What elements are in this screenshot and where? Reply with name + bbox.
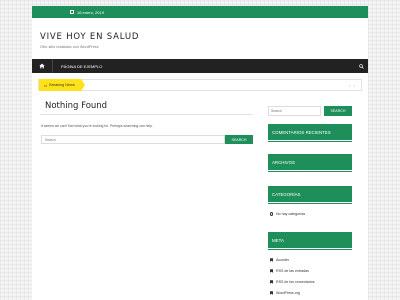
meta-link-label[interactable]: Acceder — [276, 258, 289, 262]
meta-link-login[interactable]: Acceder — [270, 258, 289, 262]
categories-empty-text: No hay categorías — [276, 212, 306, 216]
breaking-news-label: ⇨ Breaking News — [39, 79, 85, 91]
breaking-news-text: Breaking News — [49, 83, 75, 87]
circle-icon — [270, 212, 273, 216]
main-search-form: SEARCH — [41, 135, 253, 144]
main-search-button[interactable]: SEARCH — [225, 135, 253, 144]
breaking-news-ticker: ⇨ Breaking News ‹ › — [38, 79, 362, 91]
title-divider — [40, 114, 253, 115]
bookmark-icon — [270, 280, 273, 284]
not-found-message: It seems we can't find what you're looki… — [41, 124, 153, 128]
categories-empty: No hay categorías — [270, 212, 305, 216]
megaphone-icon: ⇨ — [44, 83, 48, 88]
meta-link-wordpress[interactable]: WordPress.org — [270, 291, 300, 295]
bookmark-icon — [270, 291, 273, 295]
site-title[interactable]: VIVE HOY EN SALUD — [40, 32, 139, 42]
widget-title-meta: META — [268, 232, 352, 250]
search-icon[interactable] — [354, 59, 368, 73]
main-search-input[interactable] — [41, 135, 225, 144]
widget-title-recent-comments: COMENTARIOS RECIENTES — [268, 124, 352, 142]
meta-link-label[interactable]: RSS de las entradas — [276, 269, 309, 273]
meta-link-label[interactable]: WordPress.org — [276, 291, 300, 295]
bookmark-icon — [270, 269, 273, 273]
sidebar-search-form: SEARCH — [268, 106, 352, 116]
main-navigation: PÁGINA DE EJEMPLO — [32, 59, 368, 73]
sidebar-search-input[interactable] — [268, 106, 321, 116]
sidebar-search-button[interactable]: SEARCH — [324, 106, 352, 116]
widget-title-archives: ARCHIVOS — [268, 154, 352, 172]
home-icon[interactable] — [32, 59, 52, 73]
nav-item-sample-page[interactable]: PÁGINA DE EJEMPLO — [53, 64, 110, 69]
calendar-icon — [70, 10, 74, 14]
top-bar-date: 16 enero, 2019 — [77, 9, 104, 15]
meta-link-label[interactable]: RSS de los comentarios — [276, 280, 315, 284]
page-wrapper: 16 enero, 2019 VIVE HOY EN SALUD Otro si… — [32, 6, 368, 300]
page-title: Nothing Found — [45, 101, 108, 111]
site-description: Otro sitio realizado con WordPress — [40, 45, 99, 49]
top-bar: 16 enero, 2019 — [32, 6, 368, 18]
bookmark-icon — [270, 258, 273, 262]
widget-title-categories: CATEGORÍAS — [268, 186, 352, 204]
meta-link-entries-rss[interactable]: RSS de las entradas — [270, 269, 309, 273]
ticker-nav-arrows[interactable]: ‹ › — [349, 83, 356, 88]
meta-link-comments-rss[interactable]: RSS de los comentarios — [270, 280, 315, 284]
